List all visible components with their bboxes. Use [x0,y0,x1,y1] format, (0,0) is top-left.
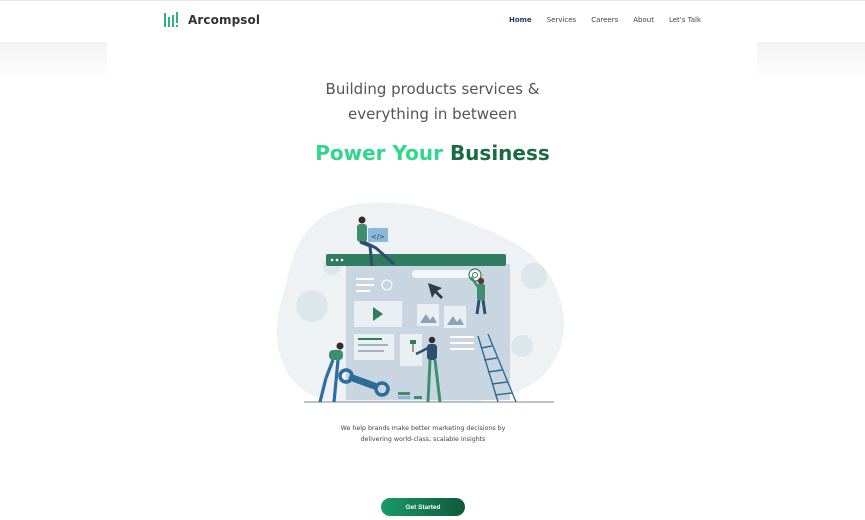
nav-item-lets-talk[interactable]: Let's Talk [669,16,701,24]
nav-item-home[interactable]: Home [509,16,532,24]
bars-logo-icon [164,12,178,27]
brand-name: Arcompsol [188,13,261,27]
top-navigation-bar [0,0,865,42]
hero-tagline: Power Your Business [0,141,865,165]
hero-headline-line1: Building products services & [325,80,540,98]
nav-item-about[interactable]: About [633,16,654,24]
tagline-part-1: Power Your [315,141,443,165]
hero-description: We help brands make better marketing dec… [340,425,506,443]
brand-logo[interactable]: Arcompsol [163,11,260,29]
tagline-part-2: Business [449,141,550,165]
nav-item-services[interactable]: Services [547,16,577,24]
hero-headline: Building products services & everything … [0,77,865,127]
nav-item-careers[interactable]: Careers [591,16,618,24]
hero-headline-line2: everything in between [347,105,518,123]
get-started-button[interactable]: Get Started [381,498,465,516]
main-nav: Home Services Careers About Let's Talk [509,16,701,24]
code-tag-label: </> [371,233,385,241]
hero-illustration: </> [276,202,564,403]
